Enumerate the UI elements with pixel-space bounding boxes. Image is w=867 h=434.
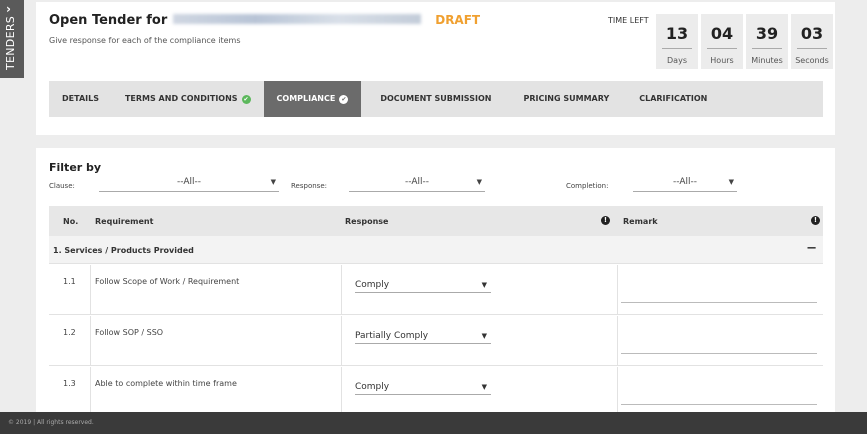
footer-copyright: © 2019 | All rights reserved.: [8, 419, 94, 426]
tab-terms-label: TERMS AND CONDITIONS: [124, 94, 238, 103]
tab-clarification-label: CLARIFICATION: [639, 94, 708, 103]
row-remark-input[interactable]: [621, 404, 817, 405]
column-header-response: Response: [345, 217, 389, 226]
row-requirement: Follow Scope of Work / Requirement: [95, 277, 240, 286]
column-header-requirement: Requirement: [95, 217, 154, 226]
caret-down-icon: ▼: [481, 383, 487, 391]
tab-clarification[interactable]: CLARIFICATION: [626, 81, 720, 117]
row-response-select[interactable]: Partially Comply ▼: [355, 328, 491, 344]
check-circle-icon: ✔: [241, 94, 251, 104]
clause-filter-select[interactable]: --All-- ▼: [99, 176, 279, 192]
response-filter-select[interactable]: --All-- ▼: [349, 176, 485, 192]
compliance-table-header: No. Requirement Response ! Remark !: [49, 206, 823, 236]
tenders-side-tab-label: TENDERS: [4, 15, 17, 70]
clause-filter-value: --All--: [177, 177, 201, 187]
row-requirement: Able to complete within time frame: [95, 379, 237, 388]
page-footer: © 2019 | All rights reserved.: [0, 412, 867, 434]
row-remark-input[interactable]: [621, 302, 817, 303]
collapse-minus-icon[interactable]: −: [806, 241, 817, 256]
caret-down-icon: ▼: [728, 178, 734, 186]
tender-header-card: Open Tender for DRAFT Give response for …: [36, 2, 835, 135]
tab-pricing-summary-label: PRICING SUMMARY: [523, 94, 610, 103]
chevron-right-icon: ›: [6, 2, 11, 16]
response-info-icon[interactable]: !: [601, 215, 610, 225]
time-left-label: TIME LEFT: [608, 16, 649, 25]
tab-details[interactable]: DETAILS: [49, 81, 112, 117]
tender-tabs: DETAILS TERMS AND CONDITIONS ✔ COMPLIANC…: [49, 81, 823, 117]
timer-days-value: 13: [665, 24, 689, 43]
tab-compliance-label: COMPLIANCE: [276, 94, 336, 103]
table-row: 1.1 Follow Scope of Work / Requirement C…: [49, 265, 823, 315]
remark-info-icon[interactable]: !: [811, 215, 820, 225]
column-header-no: No.: [63, 217, 79, 226]
row-remark-input[interactable]: [621, 353, 817, 354]
table-row: 1.2 Follow SOP / SSO Partially Comply ▼: [49, 316, 823, 366]
row-number: 1.2: [63, 328, 76, 337]
timer-minutes-value: 39: [755, 24, 779, 43]
check-circle-icon: ✔: [339, 94, 349, 104]
clause-group-title: 1. Services / Products Provided: [53, 246, 194, 255]
countdown-timer: 13 Days 04 Hours 39 Minutes 03 Seconds: [656, 14, 833, 69]
caret-down-icon: ▼: [270, 178, 276, 186]
response-filter-value: --All--: [405, 177, 429, 187]
row-response-select[interactable]: Comply ▼: [355, 379, 491, 395]
row-response-value: Comply: [355, 280, 390, 290]
timer-days: 13 Days: [656, 14, 698, 69]
tab-document-submission[interactable]: DOCUMENT SUBMISSION: [367, 81, 504, 117]
row-number: 1.1: [63, 277, 76, 286]
row-response-select[interactable]: Comply ▼: [355, 277, 491, 293]
clause-filter-label: Clause:: [49, 182, 75, 190]
timer-seconds-value: 03: [800, 24, 824, 43]
redacted-tender-name: [173, 14, 422, 24]
timer-minutes-label: Minutes: [751, 56, 783, 65]
tab-pricing-summary[interactable]: PRICING SUMMARY: [510, 81, 622, 117]
timer-seconds-label: Seconds: [795, 56, 829, 65]
tab-terms-and-conditions[interactable]: TERMS AND CONDITIONS ✔: [112, 81, 264, 117]
title-row: Open Tender for DRAFT: [49, 13, 480, 28]
row-response-value: Partially Comply: [355, 331, 429, 341]
clause-group-row: 1. Services / Products Provided −: [49, 236, 823, 264]
completion-filter-label: Completion:: [566, 182, 609, 190]
timer-days-label: Days: [667, 56, 687, 65]
status-badge: DRAFT: [435, 13, 481, 27]
page-title: Open Tender for: [49, 13, 168, 28]
completion-filter-value: --All--: [673, 177, 697, 187]
completion-filter-select[interactable]: --All-- ▼: [633, 176, 737, 192]
column-header-remark: Remark: [623, 217, 658, 226]
response-filter-label: Response:: [291, 182, 327, 190]
timer-hours: 04 Hours: [701, 14, 743, 69]
tab-details-label: DETAILS: [62, 94, 99, 103]
tab-document-submission-label: DOCUMENT SUBMISSION: [380, 94, 492, 103]
caret-down-icon: ▼: [476, 178, 482, 186]
timer-hours-value: 04: [710, 24, 734, 43]
caret-down-icon: ▼: [481, 281, 487, 289]
timer-hours-label: Hours: [710, 56, 734, 65]
row-requirement: Follow SOP / SSO: [95, 328, 164, 337]
row-number: 1.3: [63, 379, 76, 388]
table-row: 1.3 Able to complete within time frame C…: [49, 367, 823, 413]
timer-seconds: 03 Seconds: [791, 14, 833, 69]
caret-down-icon: ▼: [481, 332, 487, 340]
filter-title: Filter by: [49, 161, 102, 174]
page-subtitle: Give response for each of the compliance…: [49, 36, 241, 45]
tab-compliance[interactable]: COMPLIANCE ✔: [263, 81, 362, 117]
tenders-side-tab[interactable]: › TENDERS: [0, 0, 24, 78]
timer-minutes: 39 Minutes: [746, 14, 788, 69]
compliance-card: Filter by Clause: --All-- ▼ Response: --…: [36, 148, 835, 413]
row-response-value: Comply: [355, 382, 390, 392]
